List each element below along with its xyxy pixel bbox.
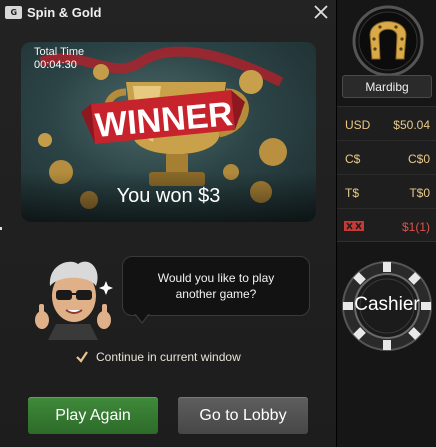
- winner-banner: WINNER Total Time 00:04:30 You won $3: [21, 42, 316, 222]
- speech-bubble: Would you like to play another game?: [122, 256, 310, 316]
- balance-amount: C$0: [407, 152, 430, 166]
- app-logo-icon: G: [5, 6, 22, 19]
- balance-row-tournament: T$ T$0: [337, 175, 436, 209]
- play-again-button[interactable]: Play Again: [28, 397, 158, 434]
- mascot-avatar: [35, 261, 113, 340]
- continue-in-window-label: Continue in current window: [96, 350, 241, 364]
- account-panel: Mardibg USD $50.04 C$ C$0 T$ T$0 $1(1) C…: [336, 0, 436, 447]
- continue-in-window-checkbox[interactable]: Continue in current window: [75, 350, 241, 364]
- checkmark-icon: [76, 351, 88, 363]
- balance-list: USD $50.04 C$ C$0 T$ T$0 $1(1): [337, 106, 436, 242]
- title-bar: G Spin & Gold: [0, 0, 336, 26]
- go-to-lobby-button[interactable]: Go to Lobby: [178, 397, 308, 434]
- cashier-label[interactable]: Cashier: [341, 294, 433, 316]
- play-again-question: Would you like to play another game?: [157, 271, 275, 301]
- balance-row-usd: USD $50.04: [337, 107, 436, 141]
- spin-and-gold-window: G Spin & Gold WINNER Total Time 00:04:30…: [0, 0, 436, 447]
- game-over-dialog: G Spin & Gold WINNER Total Time 00:04:30…: [0, 0, 336, 447]
- balance-amount: $50.04: [393, 118, 430, 132]
- cashier-button[interactable]: Cashier: [341, 258, 436, 354]
- window-title: Spin & Gold: [27, 5, 102, 20]
- speech-bubble-tail-inner: [135, 313, 149, 322]
- edge-marker: [0, 227, 2, 230]
- won-amount-text: You won $3: [116, 185, 221, 207]
- balance-row-cad: C$ C$0: [337, 141, 436, 175]
- balance-currency: C$: [345, 152, 361, 166]
- total-time-label: Total Time: [34, 46, 85, 58]
- balance-row-tickets: $1(1): [337, 209, 436, 243]
- balance-amount: T$0: [409, 186, 430, 200]
- close-icon[interactable]: [312, 3, 330, 21]
- balance-amount: $1(1): [401, 220, 430, 234]
- total-time-value: 00:04:30: [34, 59, 77, 71]
- horseshoe-avatar-icon[interactable]: [350, 5, 426, 77]
- username-label[interactable]: Mardibg: [342, 75, 432, 98]
- tickets-icon: [344, 221, 364, 231]
- balance-currency: USD: [345, 118, 371, 132]
- balance-currency: T$: [345, 186, 360, 200]
